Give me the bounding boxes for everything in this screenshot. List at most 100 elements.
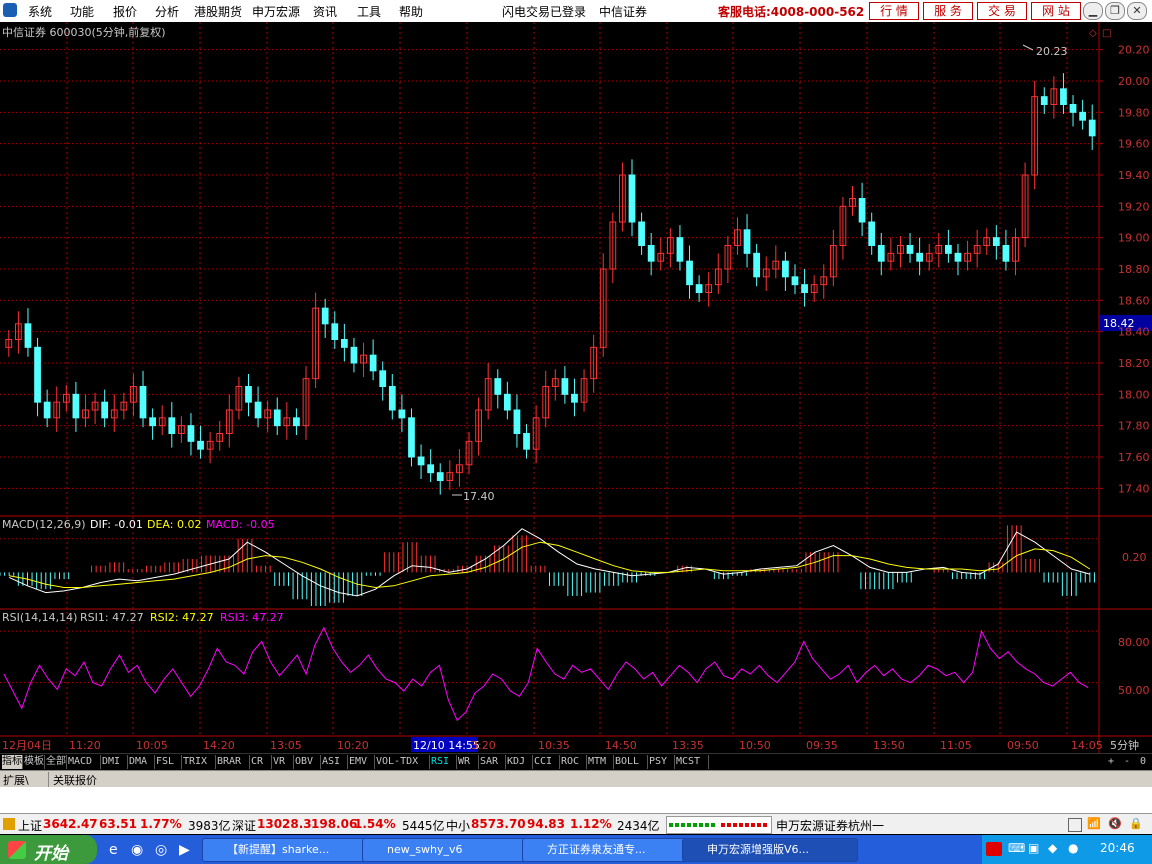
menu-swhy[interactable]: 申万宏源: [252, 3, 300, 20]
indicator-tab-全部[interactable]: 全部: [46, 755, 67, 769]
candle-body: [571, 393, 578, 403]
indicator-tab-sar[interactable]: SAR: [480, 755, 506, 769]
tab-control-1[interactable]: -: [1120, 755, 1134, 769]
indicator-tab-asi[interactable]: ASI: [322, 755, 348, 769]
ime-icon[interactable]: [986, 842, 1002, 856]
window-icon[interactable]: [1068, 818, 1082, 832]
indicator-tab-kdj[interactable]: KDJ: [507, 755, 533, 769]
stock-chart[interactable]: 中信证券 600030(5分钟,前复权) ◇ □ 20.23 17.40 18.…: [0, 22, 1152, 753]
candle-body: [1002, 245, 1010, 262]
indicator-tab-fsl[interactable]: FSL: [156, 755, 182, 769]
menu-hk-futures[interactable]: 港股期货: [194, 3, 242, 20]
task-button-swhy[interactable]: 申万宏源增强版V6...: [682, 838, 858, 862]
price-ytick-label: 19.20: [1118, 200, 1150, 213]
menu-quote[interactable]: 报价: [113, 3, 137, 20]
tab-related-quotes[interactable]: 关联报价: [48, 772, 97, 788]
zx-index-label: 中小: [446, 819, 471, 833]
indicator-tab-mcst[interactable]: MCST: [676, 755, 709, 769]
indicator-tab-vol-tdx[interactable]: VOL-TDX: [376, 755, 430, 769]
mute-icon[interactable]: 🔇: [1108, 817, 1122, 830]
indicator-tab-boll[interactable]: BOLL: [615, 755, 648, 769]
app-logo-icon: [3, 3, 17, 17]
candle-body: [868, 221, 876, 246]
indicator-tab-rsi[interactable]: RSI: [431, 755, 457, 769]
price-ytick-label: 20.00: [1118, 75, 1150, 88]
candle-body: [340, 339, 348, 348]
update-icon[interactable]: ●: [1068, 841, 1078, 855]
price-ytick-label: 20.20: [1118, 44, 1150, 57]
indicator-tab-bar: 指标 模板 全部 MACD DMI DMA FSL TRIX BRAR CR VR OBV ASI EMV…: [0, 753, 1152, 771]
service-button-website[interactable]: 网 站: [1031, 2, 1081, 20]
indicator-tab-vr[interactable]: VR: [273, 755, 294, 769]
sh-index-label: 上证: [18, 819, 43, 833]
service-button-service[interactable]: 服 务: [923, 2, 973, 20]
chrome-icon[interactable]: ◉: [131, 842, 143, 858]
indicator-tab-指标[interactable]: 指标: [2, 755, 23, 769]
lock-icon[interactable]: 🔒: [1129, 817, 1143, 830]
indicator-tab-emv[interactable]: EMV: [349, 755, 375, 769]
candle-body: [945, 245, 952, 254]
macd-title: MACD(12,26,9): [2, 518, 86, 531]
app-icon[interactable]: ◎: [155, 842, 167, 858]
sz-index-pct: 1.54%: [354, 817, 396, 831]
indicator-tab-dma[interactable]: DMA: [129, 755, 155, 769]
ie-icon[interactable]: e: [109, 842, 118, 858]
keyboard-icon[interactable]: ⌨: [1008, 841, 1025, 855]
indicator-tab-dmi[interactable]: DMI: [102, 755, 128, 769]
system-tray: ⌨ ▣ ◆ ● 20:46: [982, 835, 1152, 864]
restore-icon[interactable]: ❐: [1105, 2, 1125, 20]
indicator-tab-macd[interactable]: MACD: [68, 755, 101, 769]
service-button-quote[interactable]: 行 情: [869, 2, 919, 20]
task-button-folder[interactable]: new_swhy_v6: [362, 838, 538, 862]
task-button-fzzq[interactable]: 方正证券泉友通专...: [522, 838, 698, 862]
indicator-tab-roc[interactable]: ROC: [561, 755, 587, 769]
start-button[interactable]: 开始: [0, 835, 97, 864]
candle-body: [1079, 111, 1086, 121]
indicator-tab-cr[interactable]: CR: [251, 755, 272, 769]
menu-bar: 系统 功能 报价 分析 港股期货 申万宏源 资讯 工具 帮助 闪电交易已登录 中…: [0, 0, 1152, 23]
diamond-icon[interactable]: ◇: [1089, 28, 1097, 39]
menu-analysis[interactable]: 分析: [155, 3, 179, 20]
box-icon[interactable]: □: [1102, 28, 1111, 39]
time-axis-label: 10:20: [337, 739, 369, 752]
service-button-trade[interactable]: 交 易: [977, 2, 1027, 20]
candle-body: [503, 393, 511, 411]
security-icon[interactable]: ◆: [1048, 841, 1057, 855]
price-ytick-label: 18.80: [1118, 263, 1150, 276]
candle-body: [992, 237, 1000, 247]
period-label[interactable]: 5分钟: [1110, 738, 1139, 752]
price-ytick-label: 18.00: [1118, 388, 1150, 401]
task-button-browser[interactable]: 【新提醒】sharke...: [202, 838, 378, 862]
candle-body: [388, 386, 396, 411]
tab-control-0[interactable]: +: [1104, 755, 1118, 769]
menu-tools[interactable]: 工具: [357, 3, 381, 20]
indicator-tab-cci[interactable]: CCI: [534, 755, 560, 769]
network-icon[interactable]: ▣: [1028, 841, 1039, 855]
minimize-icon[interactable]: ▁: [1083, 2, 1103, 20]
time-axis-label: 11:05: [940, 739, 972, 752]
close-icon[interactable]: ✕: [1127, 2, 1147, 20]
media-icon[interactable]: ▶: [179, 842, 190, 858]
menu-news[interactable]: 资讯: [313, 3, 337, 20]
indicator-tab-mtm[interactable]: MTM: [588, 755, 614, 769]
high-price-label: 20.23: [1036, 45, 1068, 58]
macd-dea: DEA: 0.02: [147, 518, 201, 531]
price-ytick-label: 17.80: [1118, 420, 1150, 433]
tab-expand[interactable]: 扩展\: [3, 772, 29, 788]
indicator-tab-psy[interactable]: PSY: [649, 755, 675, 769]
menu-function[interactable]: 功能: [70, 3, 94, 20]
time-axis-label: 12月04日: [2, 739, 52, 752]
indicator-tab-wr[interactable]: WR: [458, 755, 479, 769]
zx-index-change: 94.83: [527, 817, 565, 831]
candle-body: [877, 245, 885, 262]
indicator-tab-obv[interactable]: OBV: [295, 755, 321, 769]
indicator-tab-模板[interactable]: 模板: [24, 755, 45, 769]
menu-system[interactable]: 系统: [28, 3, 52, 20]
tab-control-2[interactable]: 0: [1136, 755, 1150, 769]
menu-help[interactable]: 帮助: [399, 3, 423, 20]
macd-ytick: 0.20: [1122, 551, 1147, 564]
indicator-tab-brar[interactable]: BRAR: [217, 755, 250, 769]
candle-body: [149, 417, 156, 427]
sh-index-pct: 1.77%: [140, 817, 182, 831]
indicator-tab-trix[interactable]: TRIX: [183, 755, 216, 769]
